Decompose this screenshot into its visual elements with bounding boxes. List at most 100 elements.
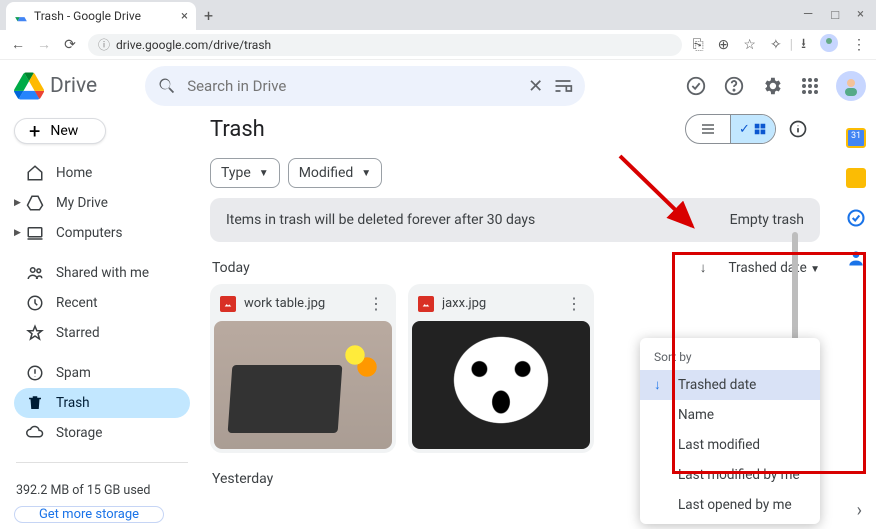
nav-reload-icon[interactable]: ⟳ <box>62 37 78 53</box>
sidebar-item-trash[interactable]: Trash <box>14 388 190 418</box>
browser-profile-icon[interactable] <box>820 34 838 56</box>
nav-back-icon[interactable]: ← <box>10 36 26 53</box>
sidebar-item-my-drive[interactable]: ▶My Drive <box>14 188 190 218</box>
nav-forward-icon[interactable]: → <box>36 36 52 53</box>
main-content: Trash ✓ Type▼ Modified▼ Items in trash w… <box>200 112 836 529</box>
new-button[interactable]: + New <box>14 118 106 144</box>
sidebar-label: Shared with me <box>56 265 149 281</box>
file-thumbnail <box>412 321 590 449</box>
google-apps-icon[interactable] <box>798 74 822 98</box>
side-panel: 31 <box>836 112 876 529</box>
sidebar-item-shared[interactable]: Shared with me <box>14 258 190 288</box>
expand-caret-icon[interactable]: ▶ <box>14 198 21 208</box>
chevron-down-icon: ▼ <box>810 264 820 275</box>
tab-close-icon[interactable]: × <box>181 9 188 24</box>
section-header-today: Today <box>212 260 250 276</box>
keep-icon[interactable] <box>846 168 866 188</box>
install-app-icon[interactable]: ⎘ <box>692 37 703 53</box>
settings-icon[interactable] <box>760 74 784 98</box>
clear-search-icon[interactable]: ✕ <box>528 76 543 97</box>
file-more-icon[interactable]: ⋮ <box>364 294 388 313</box>
sort-option-last-modified-by-me[interactable]: Last modified by me <box>640 460 820 490</box>
window-maximize-icon[interactable]: □ <box>831 7 839 23</box>
offline-status-icon[interactable] <box>684 74 708 98</box>
sort-option-name[interactable]: Name <box>640 400 820 430</box>
sort-option-last-modified[interactable]: Last modified <box>640 430 820 460</box>
sidebar-item-computers[interactable]: ▶Computers <box>14 218 190 248</box>
browser-menu-icon[interactable]: ⋮ <box>852 37 866 53</box>
address-bar[interactable]: ⓘ drive.google.com/drive/trash <box>88 34 682 56</box>
trash-icon <box>26 394 44 412</box>
sort-option-last-opened-by-me[interactable]: Last opened by me <box>640 490 820 520</box>
sidebar-item-home[interactable]: Home <box>14 158 190 188</box>
check-icon: ↓ <box>654 377 668 393</box>
site-info-icon[interactable]: ⓘ <box>98 36 110 53</box>
plus-icon: + <box>29 119 40 143</box>
tasks-icon[interactable] <box>846 208 866 228</box>
bookmark-icon[interactable]: ☆ <box>743 37 756 53</box>
shared-icon <box>26 264 44 282</box>
sidebar-label: Trash <box>56 395 90 411</box>
sort-menu-header: Sort by <box>640 344 820 370</box>
drive-icon <box>26 194 44 212</box>
search-bar[interactable]: ✕ <box>145 66 585 106</box>
sidebar-label: Recent <box>56 295 98 311</box>
file-more-icon[interactable]: ⋮ <box>562 294 586 313</box>
drive-logo-icon <box>14 71 44 101</box>
sort-menu: Sort by ↓Trashed date Name Last modified… <box>640 338 820 524</box>
contacts-icon[interactable] <box>846 248 866 268</box>
file-card[interactable]: work table.jpg ⋮ <box>210 284 396 453</box>
window-close-icon[interactable]: × <box>857 7 864 23</box>
starred-icon <box>26 324 44 342</box>
chevron-down-icon: ▼ <box>259 168 269 179</box>
search-options-icon[interactable] <box>553 76 573 96</box>
extensions-icon[interactable]: ✧ <box>770 37 782 53</box>
page-title: Trash <box>210 117 265 142</box>
drive-header: Drive ✕ <box>0 60 876 112</box>
calendar-icon[interactable]: 31 <box>846 128 866 148</box>
details-info-icon[interactable] <box>788 119 808 139</box>
url-text: drive.google.com/drive/trash <box>116 38 271 52</box>
sidebar-item-storage[interactable]: Storage <box>14 418 190 448</box>
drive-favicon <box>14 9 28 23</box>
get-more-storage-button[interactable]: Get more storage <box>14 506 164 523</box>
file-name: jaxx.jpg <box>442 296 554 311</box>
account-avatar[interactable] <box>836 71 866 101</box>
new-tab-button[interactable]: + <box>204 6 213 25</box>
sort-control[interactable]: ↓ Trashed date ▼ <box>700 260 820 276</box>
sort-direction-icon[interactable]: ↓ <box>700 260 707 276</box>
sidebar: + New Home ▶My Drive ▶Computers Shared w… <box>0 112 200 529</box>
window-minimize-icon[interactable]: — <box>803 7 813 23</box>
trash-banner: Items in trash will be deleted forever a… <box>210 198 820 242</box>
sort-option-trashed-date[interactable]: ↓Trashed date <box>640 370 820 400</box>
image-file-icon <box>220 296 236 312</box>
browser-tab-title: Trash - Google Drive <box>34 9 175 23</box>
sidebar-label: Home <box>56 165 92 181</box>
zoom-icon[interactable]: ⊕ <box>718 37 730 53</box>
file-thumbnail <box>214 321 392 449</box>
grid-view-button[interactable]: ✓ <box>731 115 775 143</box>
expand-caret-icon[interactable]: ▶ <box>14 228 21 238</box>
window-controls: — □ × <box>803 7 876 23</box>
new-button-label: New <box>50 123 78 139</box>
sidebar-label: Spam <box>56 365 91 381</box>
spam-icon <box>26 364 44 382</box>
drive-logo[interactable]: Drive <box>14 71 97 101</box>
recent-icon <box>26 294 44 312</box>
filter-chip-modified[interactable]: Modified▼ <box>288 158 383 188</box>
computers-icon <box>26 224 44 242</box>
support-icon[interactable] <box>722 74 746 98</box>
filter-chip-type[interactable]: Type▼ <box>210 158 280 188</box>
empty-trash-button[interactable]: Empty trash <box>730 212 804 228</box>
list-view-button[interactable] <box>686 115 730 143</box>
downloads-icon[interactable]: ⭳ <box>801 33 806 57</box>
search-input[interactable] <box>187 77 518 95</box>
image-file-icon <box>418 296 434 312</box>
sidebar-item-starred[interactable]: Starred <box>14 318 190 348</box>
file-card[interactable]: jaxx.jpg ⋮ <box>408 284 594 453</box>
sidebar-item-spam[interactable]: Spam <box>14 358 190 388</box>
sidebar-item-recent[interactable]: Recent <box>14 288 190 318</box>
browser-tab[interactable]: Trash - Google Drive × <box>6 2 196 30</box>
home-icon <box>26 164 44 182</box>
side-panel-toggle-icon[interactable]: › <box>857 500 862 521</box>
